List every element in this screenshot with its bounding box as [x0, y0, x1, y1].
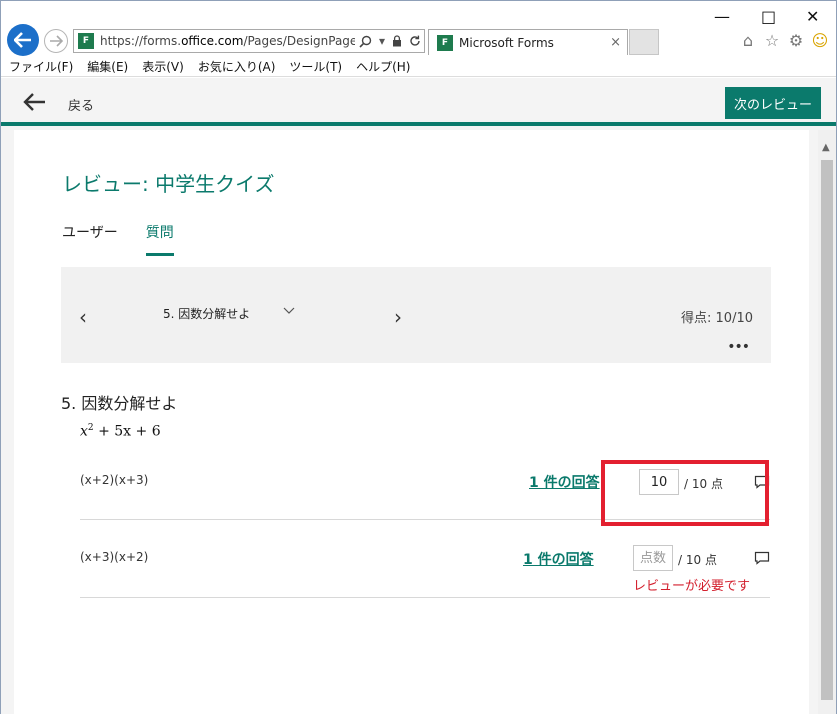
url-text: https://forms.office.com/Pages/DesignPag… — [100, 34, 355, 48]
page-title: レビュー: 中学生クイズ — [62, 172, 275, 196]
back-arrow-icon[interactable] — [23, 92, 47, 112]
question-formula: x2 + 5x + 6 — [80, 423, 161, 440]
minimize-icon[interactable]: — — [714, 7, 730, 26]
review-content: レビュー: 中学生クイズ ユーザー 質問 ‹ 5. 因数分解せよ › 得点: 1… — [14, 130, 809, 714]
score-label: 得点: 10/10 — [681, 311, 753, 326]
browser-titlebar: — □ ✕ F https://forms.office.com/Pages/D… — [1, 1, 836, 57]
review-required-message: レビューが必要です — [633, 579, 751, 594]
answer-text: (x+3)(x+2) — [80, 550, 149, 564]
points-out-of: / 10 点 — [678, 553, 717, 567]
chevron-down-icon[interactable] — [283, 303, 295, 319]
highlight-box — [601, 460, 769, 526]
question-navigator: ‹ 5. 因数分解せよ › 得点: 10/10 ••• — [61, 267, 771, 363]
forms-favicon-icon: F — [78, 33, 94, 49]
home-icon[interactable]: ⌂ — [739, 32, 757, 50]
forms-favicon-icon: F — [437, 34, 453, 51]
menu-view[interactable]: 表示(V) — [142, 58, 184, 75]
new-tab-button[interactable] — [629, 29, 659, 55]
browser-window: — □ ✕ F https://forms.office.com/Pages/D… — [0, 0, 837, 714]
lock-icon — [392, 35, 402, 47]
menu-bar: ファイル(F) 編集(E) 表示(V) お気に入り(A) ツール(T) ヘルプ(… — [1, 57, 836, 77]
close-tab-icon[interactable]: × — [610, 35, 621, 50]
menu-file[interactable]: ファイル(F) — [9, 58, 73, 75]
scroll-up-icon[interactable]: ▲ — [822, 142, 830, 153]
responses-link[interactable]: 1 件の回答 — [529, 472, 600, 492]
tab-title: Microsoft Forms — [459, 35, 554, 50]
tab-questions[interactable]: 質問 — [145, 222, 174, 256]
comment-icon[interactable] — [754, 551, 770, 565]
next-review-button[interactable]: 次のレビュー — [725, 87, 821, 119]
close-window-icon[interactable]: ✕ — [806, 7, 819, 26]
address-bar[interactable]: F https://forms.office.com/Pages/DesignP… — [73, 29, 425, 53]
question-selector[interactable]: 5. 因数分解せよ — [163, 305, 250, 322]
answer-text: (x+2)(x+3) — [80, 473, 149, 487]
next-question-icon[interactable]: › — [394, 305, 402, 329]
menu-help[interactable]: ヘルプ(H) — [356, 58, 410, 75]
question-title: 5. 因数分解せよ — [61, 394, 178, 413]
settings-gear-icon[interactable]: ⚙ — [787, 32, 805, 50]
view-tabs: ユーザー 質問 — [62, 222, 202, 258]
vertical-scrollbar[interactable]: ▲ ▼ — [818, 130, 836, 714]
points-input[interactable] — [633, 545, 673, 571]
menu-favorites[interactable]: お気に入り(A) — [198, 58, 276, 75]
previous-question-icon[interactable]: ‹ — [79, 305, 87, 329]
browser-tab[interactable]: F Microsoft Forms × — [428, 29, 628, 55]
smiley-feedback-icon[interactable]: ☺ — [811, 32, 829, 50]
responses-link[interactable]: 1 件の回答 — [523, 549, 594, 569]
back-link[interactable]: 戻る — [68, 95, 94, 114]
answer-row: (x+3)(x+2) 1 件の回答 / 10 点 レビューが必要です — [80, 520, 770, 598]
maximize-icon[interactable]: □ — [761, 7, 776, 26]
review-topbar: 戻る 次のレビュー — [1, 78, 836, 126]
scrollbar-thumb[interactable] — [821, 160, 833, 700]
page: 戻る 次のレビュー レビュー: 中学生クイズ ユーザー 質問 ‹ 5. 因数分解… — [1, 78, 836, 714]
favorites-star-icon[interactable]: ☆ — [763, 32, 781, 50]
menu-tools[interactable]: ツール(T) — [289, 58, 342, 75]
forward-icon[interactable] — [44, 29, 68, 53]
back-icon[interactable] — [7, 24, 39, 56]
tab-users[interactable]: ユーザー — [62, 222, 118, 256]
dropdown-icon[interactable]: ▾ — [379, 34, 385, 48]
refresh-icon[interactable] — [409, 35, 421, 47]
more-options-icon[interactable]: ••• — [727, 339, 750, 355]
search-icon[interactable] — [359, 35, 372, 48]
menu-edit[interactable]: 編集(E) — [87, 58, 128, 75]
